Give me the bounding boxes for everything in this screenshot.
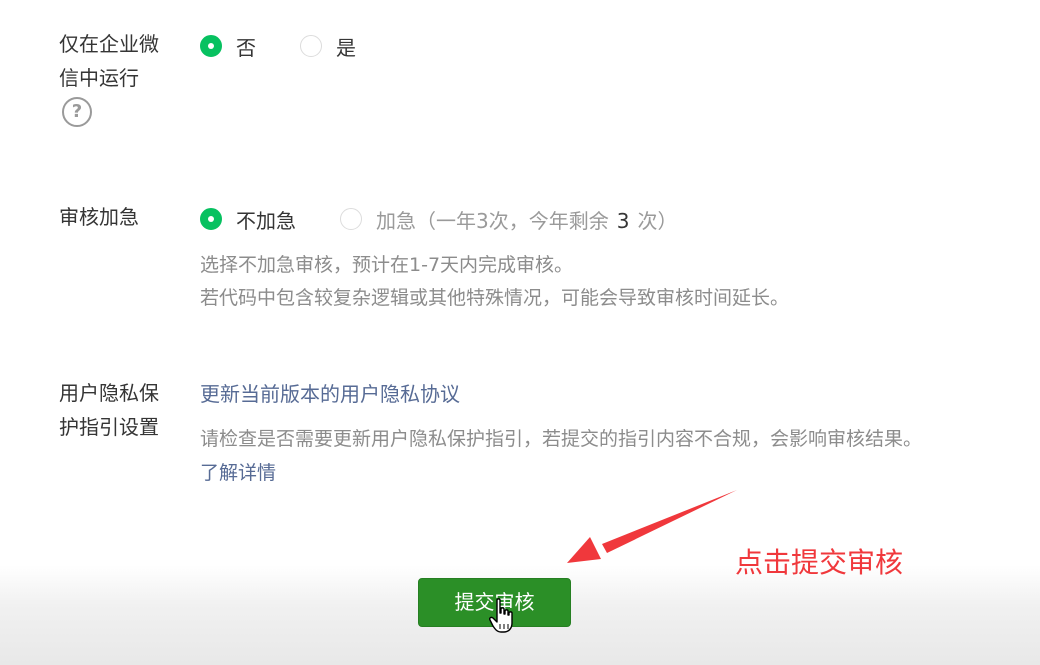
expedite-review-label: 审核加急 [59,205,139,229]
update-privacy-link[interactable]: 更新当前版本的用户隐私协议 [200,378,460,410]
privacy-description-text: 请检查是否需要更新用户隐私保护指引，若提交的指引内容不合规，会影响审核结果。 [200,428,923,450]
quota-prefix: （一年3次，今年剩余 [416,208,609,233]
radio-yes-label[interactable]: 是 [336,32,356,61]
run-in-wecom-label: 仅在企业微信中运行 [59,32,159,90]
radio-expedited-label[interactable]: 加急（一年3次，今年剩余 3 次） [376,205,677,234]
expedite-description-line1: 选择不加急审核，预计在1-7天内完成审核。 [200,254,574,276]
radio-not-expedited[interactable] [200,208,222,230]
radio-not-expedited-label[interactable]: 不加急 [236,205,296,234]
privacy-guide-label: 用户隐私保护指引设置 [59,381,159,439]
annotation-text: 点击提交审核 [735,546,904,579]
run-in-wecom-options: 否 是 [200,31,356,61]
expedited-text: 加急 [376,208,416,233]
hand-cursor-icon [489,598,513,633]
quota-suffix: 次） [637,208,678,233]
expedite-review-options: 不加急 加急（一年3次，今年剩余 3 次） [200,204,677,234]
expedite-description-line2: 若代码中包含较复杂逻辑或其他特殊情况，可能会导致审核时间延长。 [200,287,790,309]
radio-no-label[interactable]: 否 [236,32,256,61]
help-icon[interactable]: ? [62,97,92,127]
privacy-description: 请检查是否需要更新用户隐私保护指引，若提交的指引内容不合规，会影响审核结果。了解… [200,422,930,490]
radio-yes[interactable] [300,35,322,57]
radio-expedited[interactable] [340,208,362,230]
radio-no[interactable] [200,35,222,57]
learn-more-link[interactable]: 了解详情 [200,462,276,484]
quota-remaining: 3 [616,208,630,233]
